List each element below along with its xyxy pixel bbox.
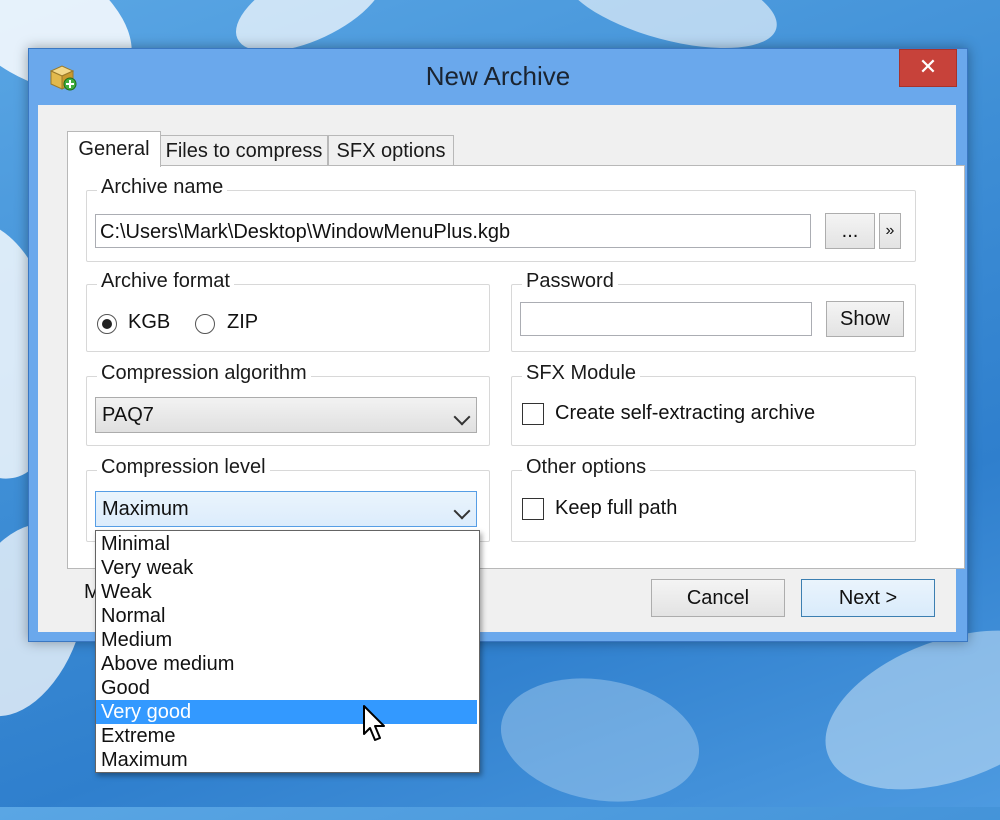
compression-algorithm-label: Compression algorithm — [97, 362, 311, 385]
chevron-down-icon — [453, 502, 471, 520]
archive-name-label: Archive name — [97, 176, 228, 199]
show-password-button[interactable]: Show — [826, 301, 904, 337]
other-options-label: Other options — [522, 456, 651, 479]
archive-format-group: Archive format KGB ZIP — [86, 270, 490, 352]
compression-level-select[interactable]: Maximum — [95, 491, 477, 527]
archive-name-input[interactable]: C:\Users\Mark\Desktop\WindowMenuPlus.kgb — [95, 214, 811, 248]
kgb-radio[interactable] — [97, 314, 117, 334]
tab-general[interactable]: General — [67, 131, 161, 167]
dropdown-option-minimal[interactable]: Minimal — [96, 532, 477, 556]
password-group: Password Show — [511, 270, 916, 352]
mouse-pointer-icon — [363, 705, 385, 741]
sfx-module-label: SFX Module — [522, 362, 641, 385]
chevron-down-icon — [453, 408, 471, 426]
kgb-radio-label: KGB — [128, 311, 171, 333]
dropdown-option-very-good[interactable]: Very good — [96, 700, 477, 724]
dropdown-option-maximum[interactable]: Maximum — [96, 748, 477, 772]
sfx-module-group: SFX Module Create self-extracting archiv… — [511, 362, 916, 446]
archive-name-group: Archive name C:\Users\Mark\Desktop\Windo… — [86, 176, 916, 262]
tab-sfx-options[interactable]: SFX options — [328, 135, 454, 166]
compression-algorithm-value: PAQ7 — [102, 404, 154, 426]
compression-level-label: Compression level — [97, 456, 270, 479]
compression-level-value: Maximum — [102, 498, 189, 520]
dropdown-option-above-medium[interactable]: Above medium — [96, 652, 477, 676]
keep-full-path-checkbox[interactable] — [522, 498, 544, 520]
create-sfx-checkbox[interactable] — [522, 403, 544, 425]
dropdown-option-very-weak[interactable]: Very weak — [96, 556, 477, 580]
create-sfx-checkbox-label: Create self-extracting archive — [555, 402, 816, 424]
dropdown-option-weak[interactable]: Weak — [96, 580, 477, 604]
title-bar[interactable]: New Archive ✕ — [29, 49, 967, 105]
zip-radio-label: ZIP — [227, 311, 259, 333]
zip-radio[interactable] — [195, 314, 215, 334]
close-button[interactable]: ✕ — [899, 49, 957, 87]
dropdown-option-good[interactable]: Good — [96, 676, 477, 700]
password-label: Password — [522, 270, 618, 293]
dropdown-option-medium[interactable]: Medium — [96, 628, 477, 652]
compression-algorithm-group: Compression algorithm PAQ7 — [86, 362, 490, 446]
tab-files-to-compress[interactable]: Files to compress — [160, 135, 328, 166]
dropdown-option-extreme[interactable]: Extreme — [96, 724, 477, 748]
next-button[interactable]: Next > — [801, 579, 935, 617]
password-input[interactable] — [520, 302, 812, 336]
window-title: New Archive — [425, 61, 571, 91]
archive-format-label: Archive format — [97, 270, 234, 293]
other-options-group: Other options Keep full path — [511, 456, 916, 542]
compression-algorithm-select[interactable]: PAQ7 — [95, 397, 477, 433]
more-options-button[interactable]: » — [879, 213, 901, 249]
general-tab-panel: Archive name C:\Users\Mark\Desktop\Windo… — [67, 165, 965, 569]
dropdown-option-normal[interactable]: Normal — [96, 604, 477, 628]
browse-button[interactable]: ... — [825, 213, 875, 249]
keep-full-path-checkbox-label: Keep full path — [555, 497, 678, 519]
cancel-button[interactable]: Cancel — [651, 579, 785, 617]
background-petal — [491, 663, 709, 817]
compression-level-dropdown: Minimal Very weak Weak Normal Medium Abo… — [95, 530, 480, 773]
